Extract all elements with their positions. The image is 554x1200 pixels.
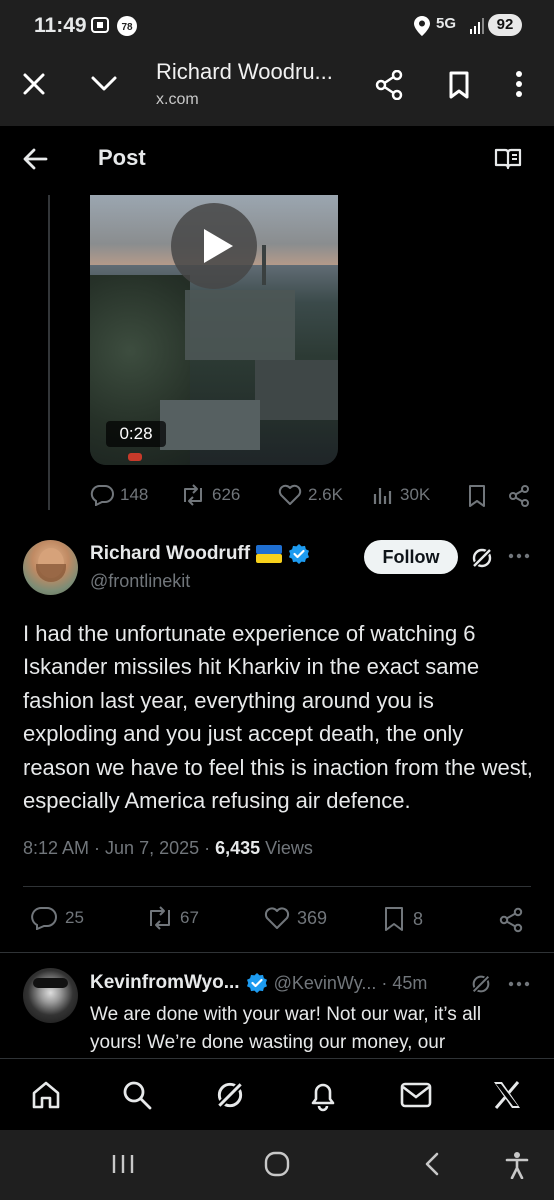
chevron-down-icon[interactable]	[90, 74, 118, 94]
views-action[interactable]: 30K	[372, 484, 430, 506]
reply-text: We are done with your war! Not our war, …	[90, 1004, 482, 1053]
video-frame-building	[255, 360, 338, 420]
reply-action[interactable]: 25	[31, 906, 84, 930]
reply-author-handle[interactable]: @KevinWy...	[274, 973, 377, 994]
reply-header[interactable]: KevinfromWyo... @KevinWy... · 45m	[90, 972, 427, 994]
separator-dot: ·	[94, 838, 101, 858]
bookmark-icon[interactable]	[448, 71, 470, 99]
accessibility-icon[interactable]	[504, 1151, 530, 1179]
author-handle[interactable]: @frontlinekit	[90, 571, 190, 592]
more-horizontal-icon[interactable]	[508, 553, 530, 559]
messages-icon[interactable]	[400, 1081, 432, 1109]
video-duration: 0:28	[106, 421, 166, 447]
home-icon[interactable]	[30, 1079, 62, 1111]
views-label: Views	[265, 838, 313, 858]
post-time: 8:12 AM	[23, 838, 90, 858]
grok-icon[interactable]	[214, 1079, 246, 1111]
recents-icon[interactable]	[111, 1153, 135, 1175]
like-icon	[278, 484, 302, 505]
play-button[interactable]	[171, 203, 257, 289]
share-icon[interactable]	[375, 70, 403, 100]
repost-count: 626	[212, 485, 241, 504]
search-icon[interactable]	[121, 1079, 153, 1111]
repost-icon	[184, 484, 202, 506]
reply-action[interactable]: 148	[90, 484, 148, 506]
page-title: Post	[98, 145, 146, 170]
repost-count: 67	[180, 908, 199, 927]
grok-icon[interactable]	[470, 546, 494, 570]
reply-icon	[90, 485, 114, 506]
reply-count: 25	[65, 908, 84, 927]
app-notification-icon: 78	[116, 15, 138, 37]
repost-action[interactable]: 67	[146, 906, 199, 930]
bookmark-action[interactable]: 8	[383, 906, 423, 932]
author-name[interactable]: Richard Woodruff	[90, 543, 250, 565]
avatar-hat	[33, 978, 68, 988]
post-date: Jun 7, 2025	[105, 838, 200, 858]
location-icon	[414, 16, 430, 36]
android-back-icon[interactable]	[423, 1151, 441, 1177]
follow-button[interactable]: Follow	[364, 540, 458, 574]
separator-dot: ·	[381, 972, 388, 993]
like-action[interactable]: 2.6K	[278, 484, 343, 506]
post-metadata: 8:12 AM · Jun 7, 2025 · 6,435 Views	[23, 838, 313, 859]
like-action[interactable]: 369	[263, 906, 327, 930]
divider	[23, 886, 531, 887]
more-vertical-icon[interactable]	[515, 70, 523, 98]
close-icon[interactable]	[22, 72, 46, 96]
video-frame-building	[185, 290, 295, 360]
share-icon[interactable]	[498, 907, 524, 933]
avatar[interactable]	[23, 540, 78, 595]
screenshot-icon	[90, 15, 110, 35]
signal-icon	[470, 18, 484, 34]
post-text: I had the unfortunate experience of watc…	[23, 621, 533, 814]
reader-icon[interactable]	[494, 148, 522, 170]
reply-avatar[interactable]	[23, 968, 78, 1023]
verified-icon	[288, 543, 310, 565]
back-arrow-icon[interactable]	[22, 148, 48, 170]
video-frame-building	[160, 400, 260, 450]
svg-text:78: 78	[121, 22, 133, 33]
like-icon	[264, 907, 290, 929]
bookmark-icon[interactable]	[467, 484, 487, 508]
x-logo-icon[interactable]	[492, 1080, 522, 1110]
share-icon[interactable]	[507, 484, 531, 508]
views-count: 30K	[400, 485, 431, 504]
repost-icon	[150, 906, 170, 930]
avatar-beard	[36, 564, 66, 582]
reply-icon	[31, 907, 57, 930]
notifications-icon[interactable]	[307, 1078, 339, 1112]
status-time: 11:49	[34, 14, 87, 37]
author-name-row[interactable]: Richard Woodruff	[90, 543, 310, 565]
reply-count: 148	[120, 485, 149, 504]
bottom-tab-bar	[0, 1058, 554, 1130]
more-horizontal-icon[interactable]	[508, 981, 530, 987]
repost-action[interactable]: 626	[180, 484, 240, 506]
like-count: 369	[297, 907, 328, 928]
browser-page-title[interactable]: Richard Woodru...	[156, 59, 333, 85]
bookmark-icon	[385, 907, 403, 931]
video-frame-light	[128, 453, 142, 461]
browser-domain[interactable]: x.com	[156, 91, 199, 109]
network-type: 5G	[436, 15, 457, 32]
divider	[0, 952, 554, 953]
views-number: 6,435	[215, 838, 261, 858]
ukraine-flag-icon	[256, 545, 283, 563]
play-icon	[204, 229, 233, 263]
thread-connector-line	[48, 195, 50, 510]
android-home-icon[interactable]	[264, 1151, 290, 1177]
like-count: 2.6K	[308, 485, 343, 504]
bookmark-count: 8	[413, 908, 424, 929]
battery-indicator: 92	[488, 14, 522, 36]
separator-dot: ·	[204, 838, 211, 858]
reply-author-name[interactable]: KevinfromWyo...	[90, 972, 240, 994]
reply-age: 45m	[392, 972, 428, 993]
grok-icon[interactable]	[470, 973, 492, 995]
video-frame-tower	[262, 245, 266, 285]
views-icon	[373, 488, 392, 504]
verified-icon	[246, 972, 268, 994]
